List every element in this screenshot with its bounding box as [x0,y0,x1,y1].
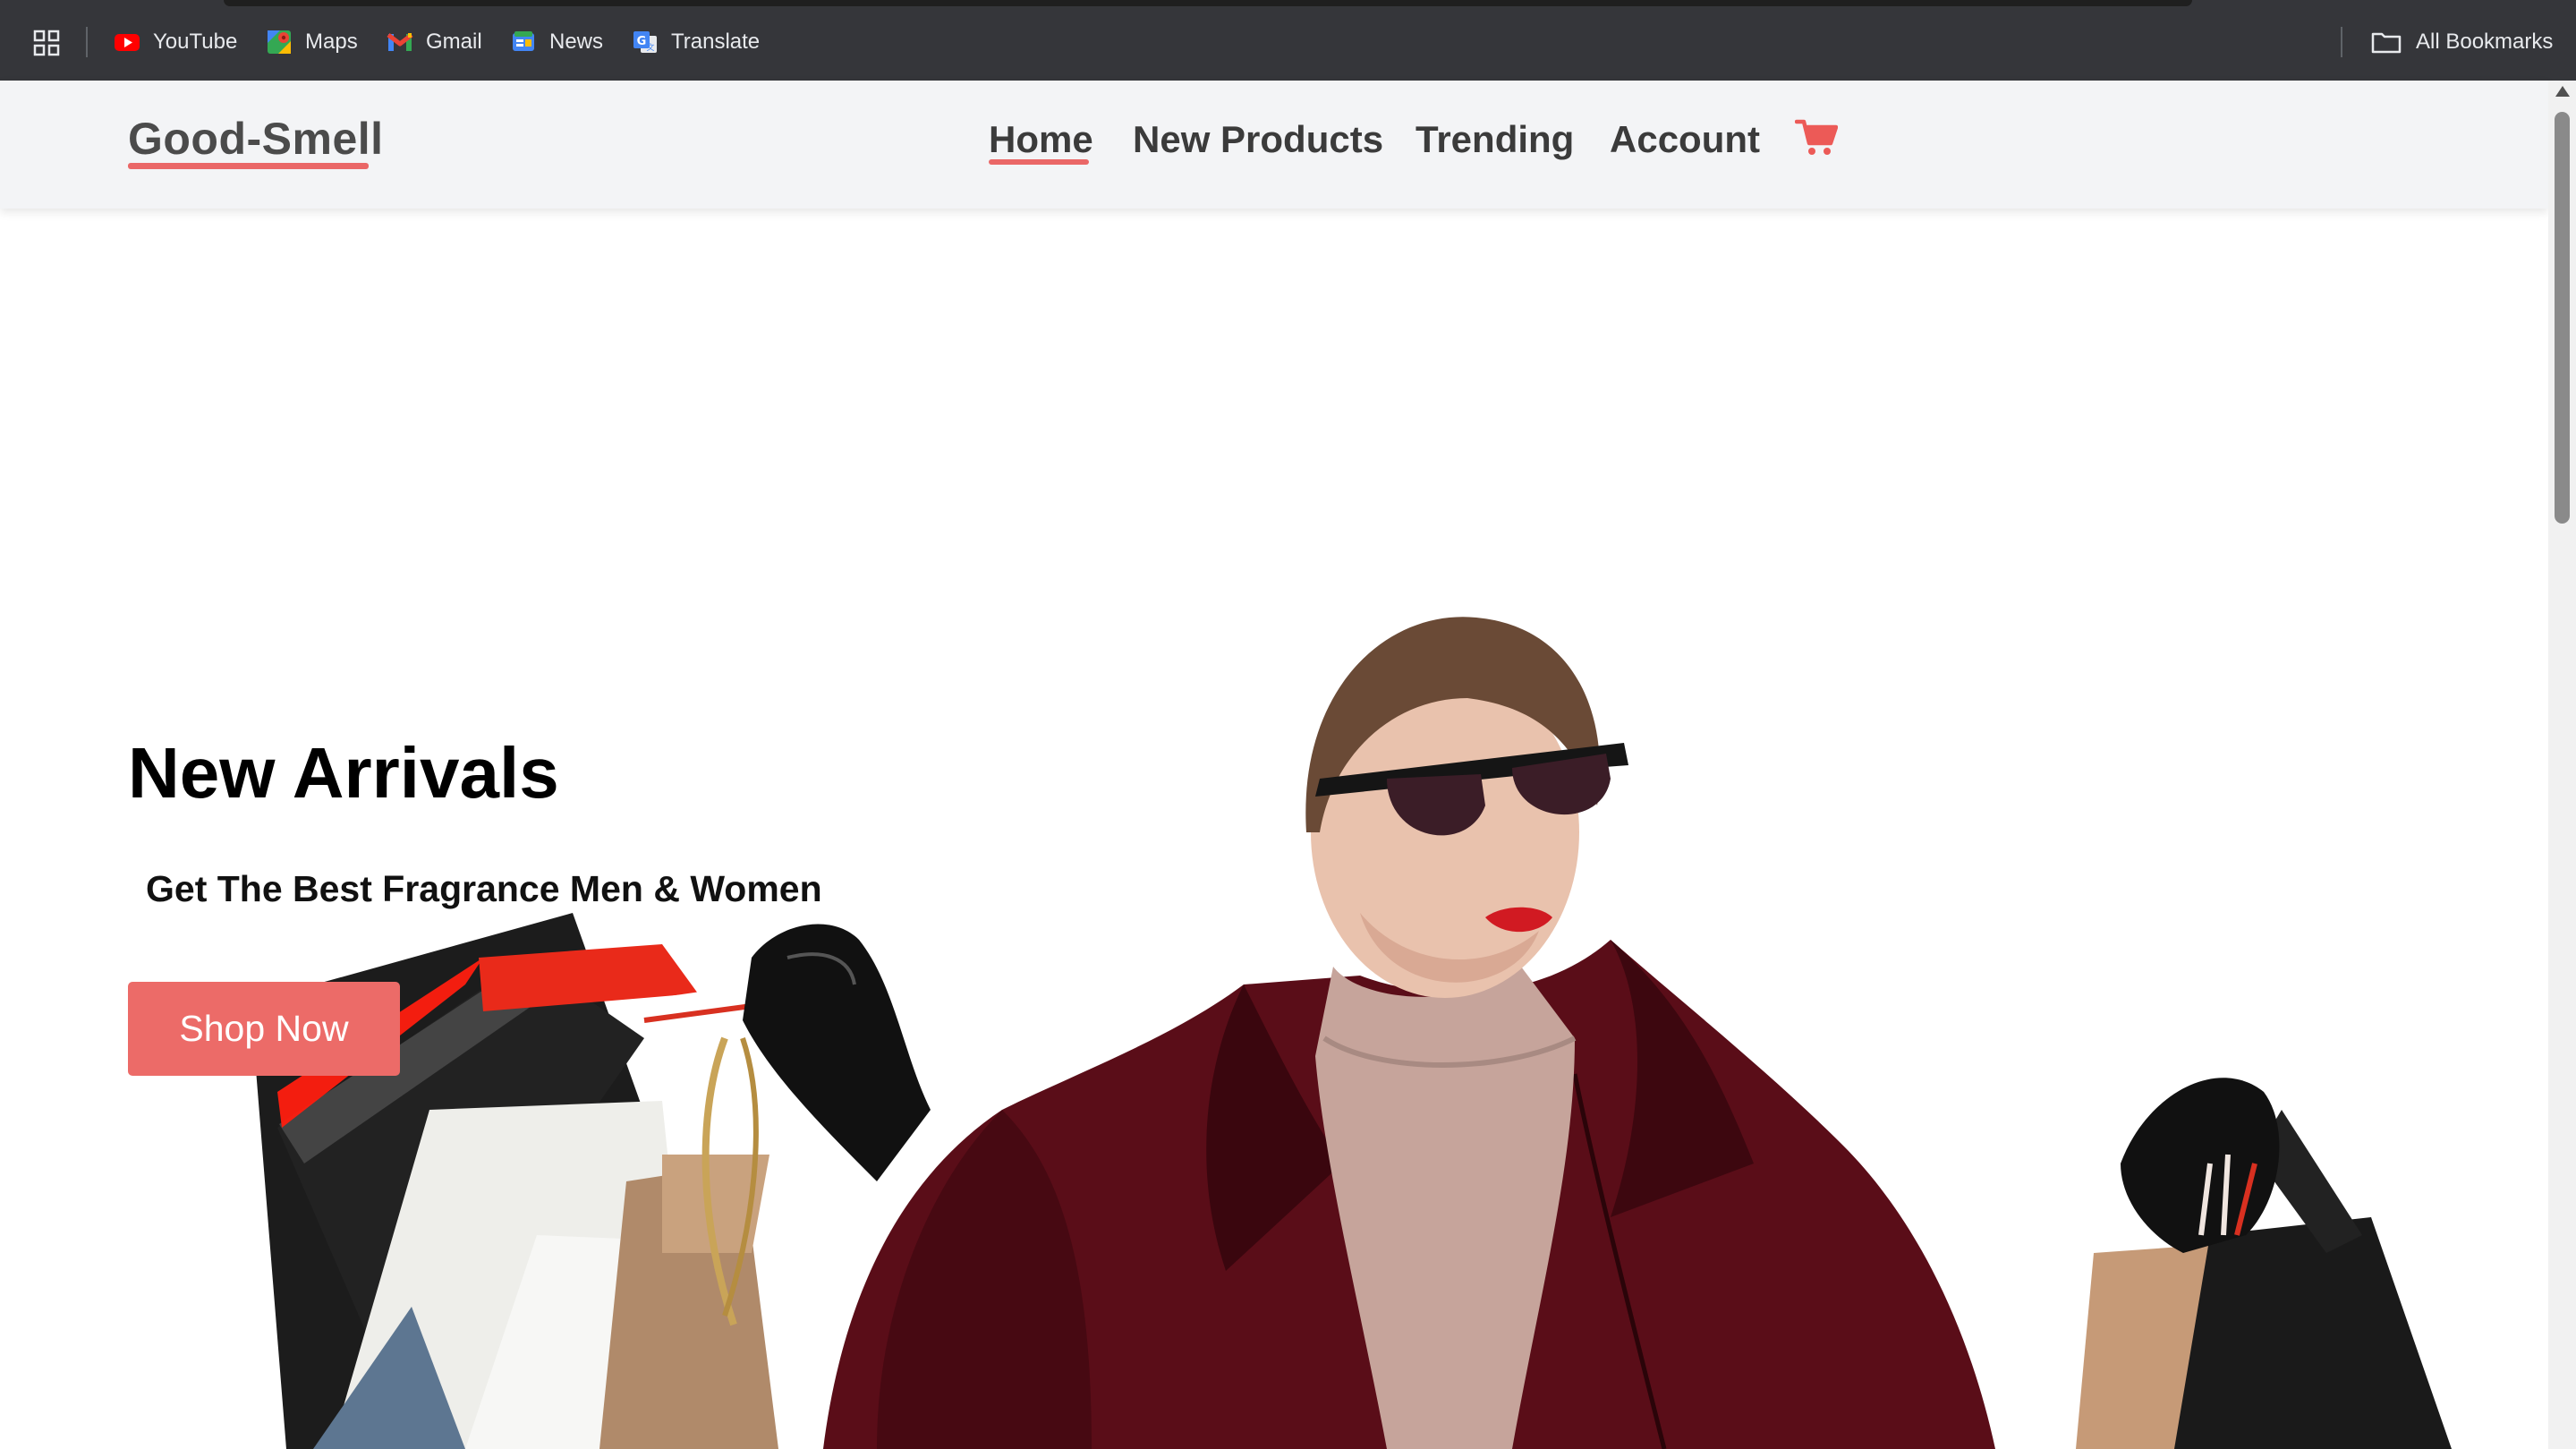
woman-head [1305,617,1628,998]
news-icon [513,31,534,51]
bookmarks-separator [86,27,88,57]
bookmarks-bar: YouTube Maps Gmail News G 文 Translate Al… [0,0,2576,81]
maps-icon [268,30,291,54]
tab-strip-edge [224,0,2192,6]
apps-grid-icon[interactable] [33,30,60,56]
nav-trending[interactable]: Trending [1416,118,1574,161]
logo-underline [128,163,369,169]
bookmark-translate[interactable]: G 文 Translate [632,25,760,59]
bookmark-label: News [549,30,604,54]
bookmark-label: Maps [305,30,358,54]
bookmark-label: Translate [671,30,761,54]
cart-icon[interactable] [1795,118,1838,158]
youtube-icon [115,34,140,51]
left-gloved-hand [743,924,931,1181]
bookmarks-separator [2341,27,2342,57]
svg-text:G: G [637,35,647,48]
hero-image [251,617,2452,1449]
bookmark-news[interactable]: News [510,25,603,59]
bookmark-gmail[interactable]: Gmail [387,25,482,59]
gmail-icon [387,33,413,51]
folder-icon [2371,32,2402,54]
all-bookmarks-button[interactable]: All Bookmarks [2371,25,2553,59]
right-shopping-bags [2076,1078,2452,1449]
all-bookmarks-label: All Bookmarks [2416,30,2554,54]
nav-active-underline [989,159,1089,165]
bookmark-youtube[interactable]: YouTube [114,25,237,59]
nav-account[interactable]: Account [1610,118,1760,161]
page-scrollbar[interactable] [2548,81,2576,1449]
svg-text:文: 文 [646,42,654,53]
scroll-thumb[interactable] [2555,112,2570,524]
bookmark-label: Gmail [426,30,482,54]
site-logo[interactable]: Good-Smell [128,113,384,165]
hero-subtitle: Get The Best Fragrance Men & Women [146,868,822,909]
shop-now-button[interactable]: Shop Now [128,982,400,1076]
site-header: Good-Smell Home New Products Trending Ac… [0,81,2548,209]
scroll-up-arrow-icon[interactable] [2555,86,2570,97]
bookmark-label: YouTube [153,30,238,54]
nav-new-products[interactable]: New Products [1133,118,1383,161]
hero-title: New Arrivals [128,733,559,813]
bookmark-maps[interactable]: Maps [266,25,358,59]
translate-icon: G 文 [633,31,657,53]
nav-home[interactable]: Home [989,118,1093,161]
